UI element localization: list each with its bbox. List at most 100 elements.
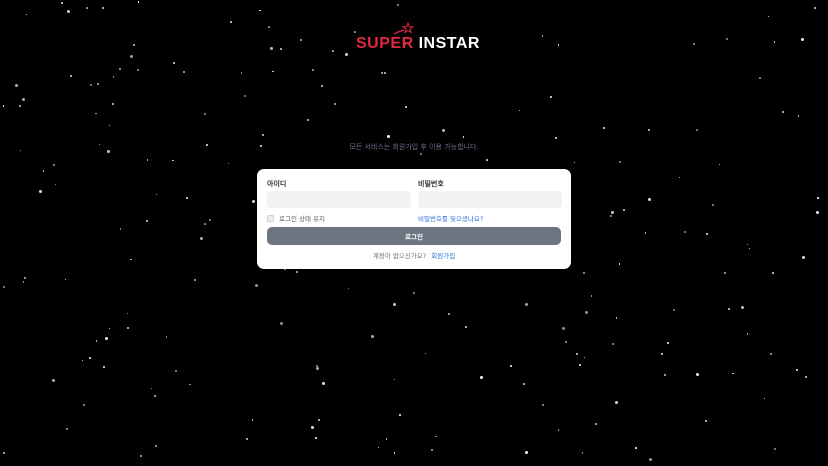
star [127, 326, 130, 329]
star [83, 403, 86, 406]
logo-text-super: SUPER [356, 35, 414, 52]
id-input[interactable] [267, 191, 411, 208]
star [648, 457, 652, 461]
star [3, 286, 6, 289]
star [102, 7, 105, 10]
signup-question: 계정이 없으신가요? [372, 252, 427, 260]
star [524, 302, 528, 306]
star [769, 352, 772, 355]
star [781, 110, 784, 113]
checkbox-box[interactable] [267, 214, 274, 222]
star [243, 94, 246, 97]
star [684, 231, 687, 234]
star [805, 376, 808, 379]
star [54, 183, 57, 186]
star [296, 270, 299, 273]
star [333, 103, 336, 106]
star [557, 429, 560, 431]
star [647, 198, 651, 202]
star [90, 84, 93, 87]
star [672, 309, 675, 312]
star [579, 363, 582, 366]
star [727, 307, 730, 310]
star [615, 401, 619, 405]
star [208, 219, 211, 222]
star [108, 124, 111, 127]
star [814, 7, 816, 9]
star [321, 381, 325, 385]
star [623, 208, 626, 211]
forgot-password-link[interactable]: 비밀번호를 잊으셨나요? [418, 213, 483, 223]
star [557, 44, 560, 46]
star [561, 326, 565, 330]
star [89, 357, 91, 359]
star [523, 383, 525, 385]
star [758, 77, 761, 80]
star [704, 420, 707, 423]
id-label: 아이디 [267, 180, 287, 188]
star [95, 112, 97, 115]
star [816, 210, 820, 214]
star [67, 9, 71, 13]
star [95, 340, 98, 342]
star [583, 356, 586, 359]
star [773, 41, 776, 43]
star [611, 210, 615, 214]
star [524, 451, 528, 455]
star [300, 39, 303, 42]
star [14, 84, 18, 88]
star [155, 445, 157, 447]
star [615, 317, 618, 319]
remember-me-checkbox[interactable]: 로그인 상태 유지 [267, 213, 325, 223]
star [431, 449, 434, 452]
star [420, 152, 423, 155]
logo-text-instar: INSTAR [418, 35, 480, 52]
star [486, 159, 488, 161]
star [19, 104, 22, 107]
star [399, 413, 402, 416]
star [130, 54, 134, 58]
star [573, 161, 576, 164]
star [387, 134, 391, 138]
star [726, 38, 728, 41]
login-button[interactable]: 로그인 [267, 227, 561, 245]
star [182, 70, 185, 73]
star [311, 68, 314, 71]
star [240, 72, 243, 74]
star [3, 452, 6, 455]
star [718, 163, 721, 166]
star [52, 378, 56, 382]
star [383, 71, 386, 74]
star [510, 365, 512, 367]
star [647, 128, 650, 131]
star [112, 103, 114, 105]
star [678, 176, 681, 179]
star [377, 446, 380, 449]
star [666, 341, 669, 344]
star [773, 448, 776, 451]
service-notice: 모든 서비스는 회원가입 후 이용 가능합니다. [349, 143, 479, 151]
star [619, 160, 622, 163]
star [555, 136, 558, 139]
star [611, 343, 614, 346]
star [145, 219, 148, 222]
star [315, 437, 317, 439]
star [280, 321, 284, 325]
star [70, 75, 72, 77]
star [150, 387, 153, 390]
password-input[interactable] [418, 191, 562, 208]
star [306, 118, 309, 121]
star [602, 127, 605, 130]
star [817, 197, 819, 199]
star [251, 419, 254, 421]
signup-link[interactable]: 회원가입 [431, 252, 455, 260]
star [583, 272, 585, 274]
star [42, 170, 45, 172]
star [189, 383, 191, 386]
star [270, 47, 274, 51]
star [261, 133, 264, 136]
star [590, 295, 593, 297]
star [581, 452, 583, 454]
star [96, 82, 99, 85]
star [705, 233, 708, 236]
